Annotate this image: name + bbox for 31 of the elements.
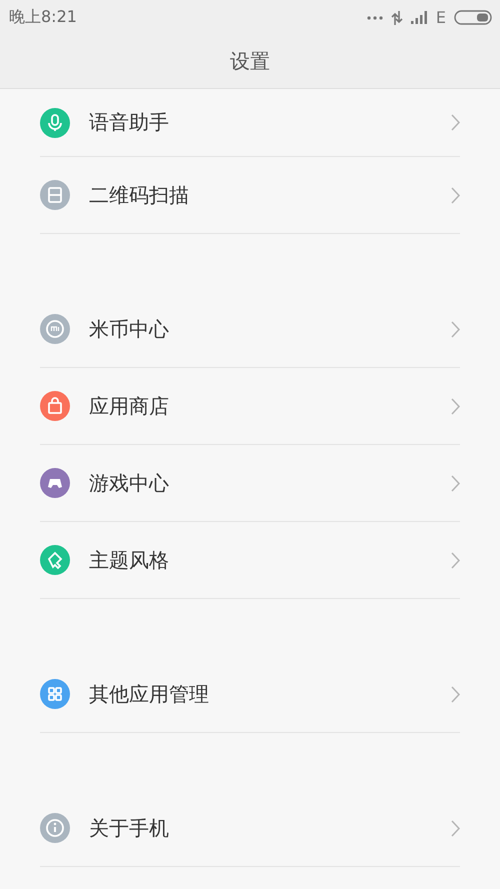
settings-item[interactable]: 游戏中心 [40, 445, 460, 522]
settings-item[interactable]: 其他应用管理 [40, 656, 460, 733]
status-time: 晚上8:21 [9, 7, 77, 28]
chevron-right-icon [451, 552, 460, 568]
signal-icon [410, 11, 428, 24]
chevron-right-icon [451, 320, 460, 338]
settings-item[interactable]: 关于手机 [40, 790, 460, 867]
settings-item[interactable]: 米币中心 [40, 291, 460, 368]
chevron-right-icon [451, 398, 460, 414]
item-label: 米币中心 [89, 316, 170, 342]
more-dots-icon [366, 16, 383, 20]
item-label: 语音助手 [89, 109, 170, 136]
item-label: 应用商店 [89, 392, 170, 420]
settings-item[interactable]: 主题风格 [40, 522, 460, 599]
item-label: 二维码扫描 [89, 182, 190, 208]
page-title: 设置 [230, 48, 270, 75]
data-arrows-icon [390, 10, 403, 24]
network-type: E [436, 8, 446, 27]
settings-item[interactable]: 二维码扫描 [40, 157, 460, 234]
settings-item[interactable]: 语音助手 [40, 89, 460, 157]
battery-icon [454, 10, 492, 25]
chevron-right-icon [451, 474, 460, 492]
item-label: 其他应用管理 [89, 680, 210, 708]
chevron-right-icon [451, 114, 460, 131]
settings-item[interactable]: 应用商店 [40, 368, 460, 445]
item-label: 主题风格 [89, 546, 170, 574]
chevron-right-icon [451, 186, 460, 204]
item-label: 游戏中心 [89, 470, 170, 496]
chevron-right-icon [451, 820, 460, 836]
item-label: 关于手机 [89, 814, 170, 842]
chevron-right-icon [451, 686, 460, 702]
